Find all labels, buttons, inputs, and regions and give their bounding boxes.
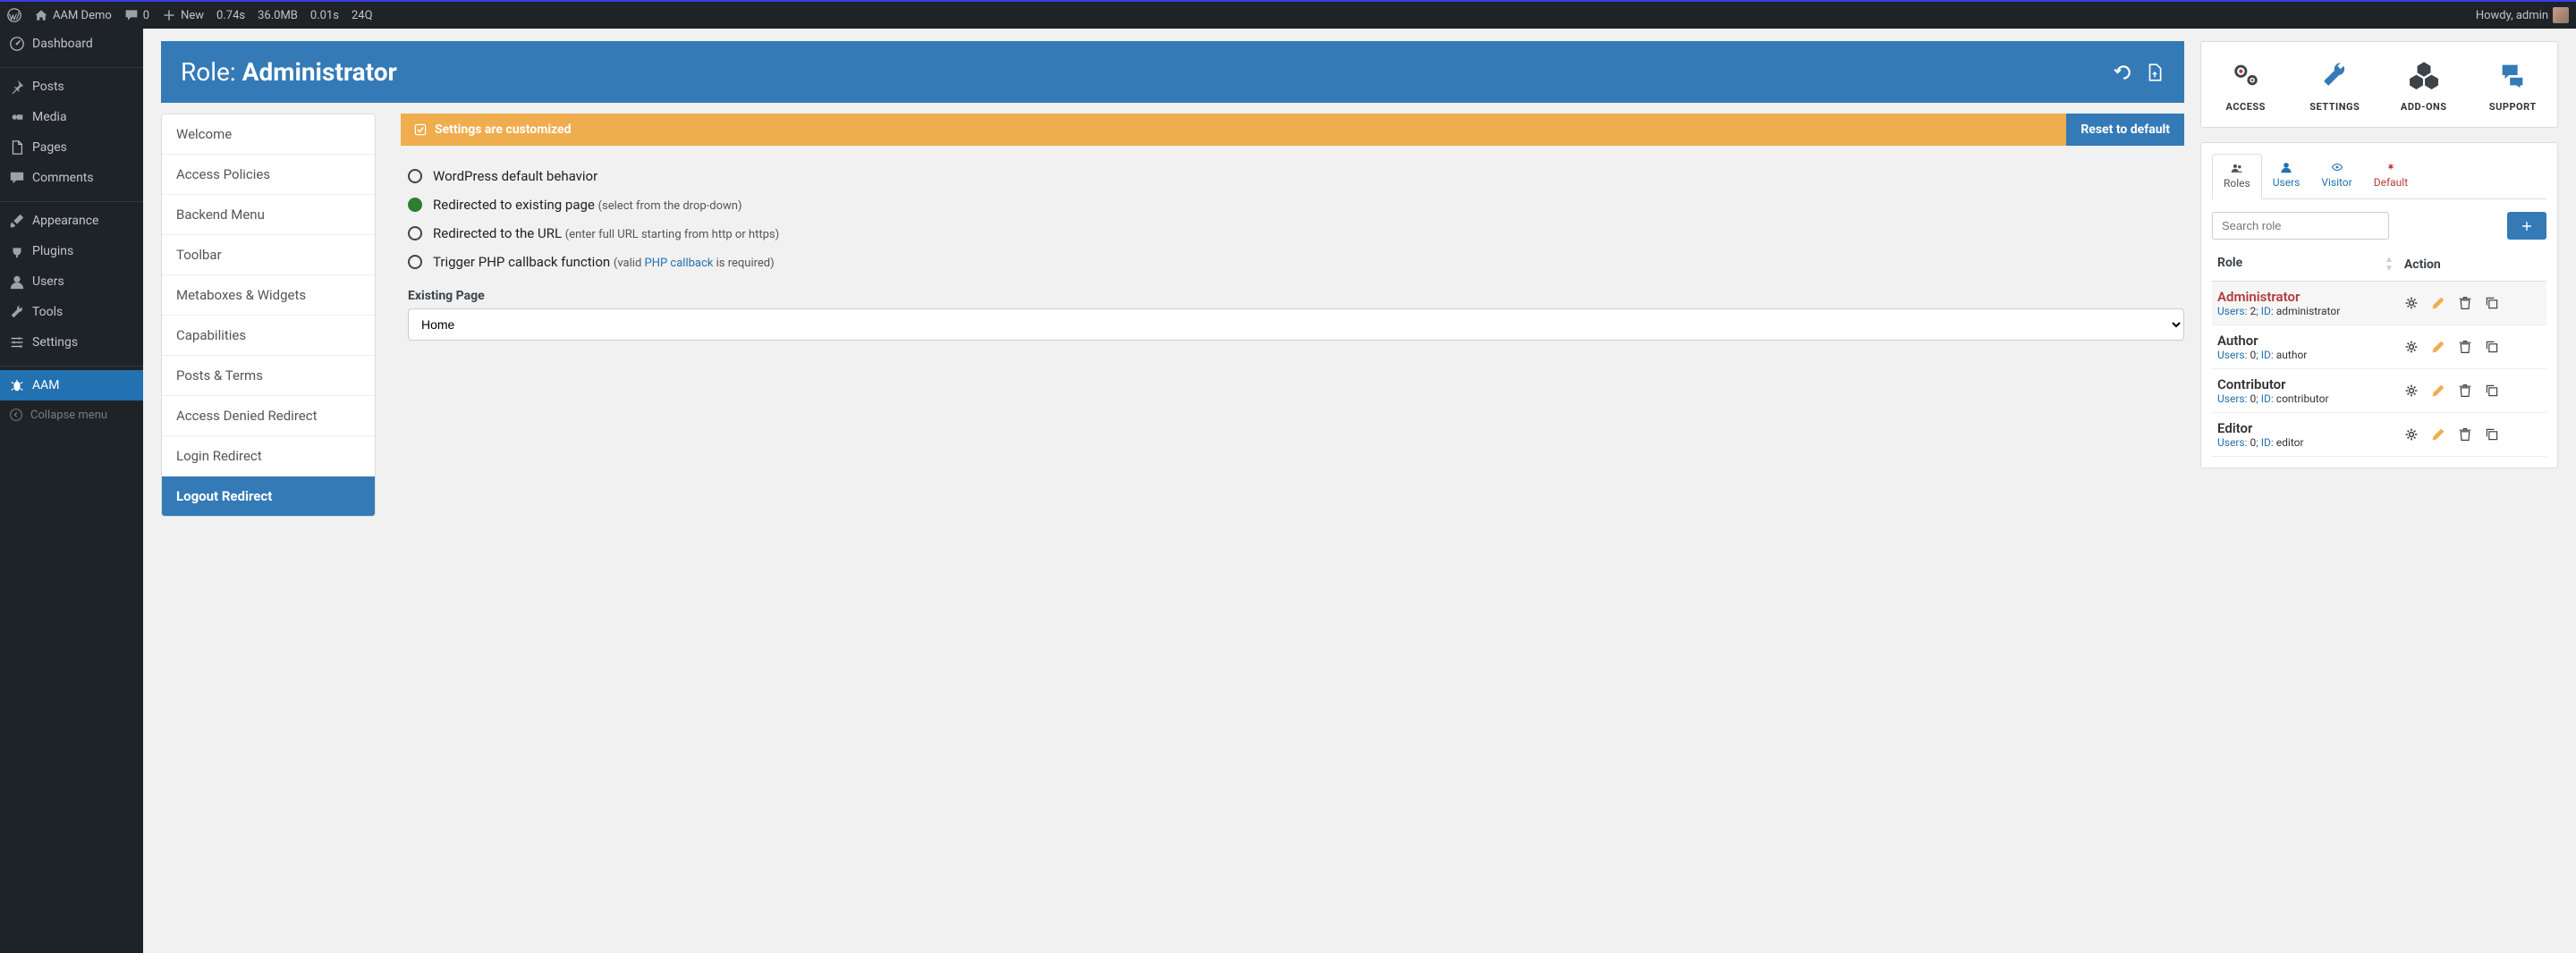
feature-login-redirect[interactable]: Login Redirect xyxy=(162,436,375,476)
clone-icon[interactable] xyxy=(2485,296,2499,310)
delete-icon[interactable] xyxy=(2458,427,2472,442)
delete-icon[interactable] xyxy=(2458,340,2472,354)
role-name: Administrator xyxy=(242,57,397,87)
nav-access[interactable]: ACCESS xyxy=(2201,42,2291,127)
tab-default[interactable]: Default xyxy=(2363,154,2419,198)
sidebar-item-tools[interactable]: Tools xyxy=(0,297,143,327)
col-action: Action xyxy=(2399,249,2546,282)
reset-to-default-button[interactable]: Reset to default xyxy=(2066,114,2184,146)
perf-stat-0: 0.74s xyxy=(216,9,245,22)
role-meta: Users: 0; ID: contributor xyxy=(2217,392,2394,405)
perf-stat-2: 0.01s xyxy=(310,9,339,22)
manage-icon[interactable] xyxy=(2404,340,2419,354)
settings-banner: Settings are customized Reset to default xyxy=(401,114,2184,146)
sidebar-item-aam[interactable]: AAM xyxy=(0,370,143,401)
role-meta: Users: 0; ID: editor xyxy=(2217,436,2394,449)
sidebar-item-pages[interactable]: Pages xyxy=(0,132,143,163)
radio-callback[interactable]: Trigger PHP callback function (valid PHP… xyxy=(408,248,2177,276)
site-name[interactable]: AAM Demo xyxy=(34,8,112,22)
avatar-icon xyxy=(2553,7,2569,23)
role-header: Role: Administrator xyxy=(161,41,2184,103)
manage-icon[interactable] xyxy=(2404,296,2419,310)
radio-existing-page[interactable]: Redirected to existing page (select from… xyxy=(408,190,2177,219)
table-row: EditorUsers: 0; ID: editor xyxy=(2212,413,2546,457)
sidebar-item-plugins[interactable]: Plugins xyxy=(0,236,143,266)
sidebar-item-appearance[interactable]: Appearance xyxy=(0,206,143,236)
feature-access-denied-redirect[interactable]: Access Denied Redirect xyxy=(162,396,375,436)
radio-default[interactable]: WordPress default behavior xyxy=(408,162,2177,190)
col-role[interactable]: Role▲▼ xyxy=(2212,249,2399,282)
clone-icon[interactable] xyxy=(2485,340,2499,354)
comments-count[interactable]: 0 xyxy=(124,8,149,22)
sidebar-item-posts[interactable]: Posts xyxy=(0,72,143,102)
check-icon xyxy=(413,122,428,137)
table-row: AuthorUsers: 0; ID: author xyxy=(2212,325,2546,369)
radio-url[interactable]: Redirected to the URL (enter full URL st… xyxy=(408,219,2177,248)
gears-icon xyxy=(2231,60,2261,90)
export-icon[interactable] xyxy=(2145,63,2165,82)
my-account[interactable]: Howdy, admin xyxy=(2476,7,2569,23)
existing-page-label: Existing Page xyxy=(408,289,2184,303)
admin-sidebar: Dashboard Posts Media Pages Comments App… xyxy=(0,29,143,953)
sidebar-item-media[interactable]: Media xyxy=(0,102,143,132)
new-content[interactable]: New xyxy=(162,8,204,22)
nav-support[interactable]: SUPPORT xyxy=(2469,42,2558,127)
chat-icon xyxy=(2497,60,2528,90)
existing-page-select[interactable]: Home xyxy=(408,308,2184,341)
sidebar-item-comments[interactable]: Comments xyxy=(0,163,143,193)
role-name: Editor xyxy=(2217,420,2394,436)
wrench-icon xyxy=(2319,60,2350,90)
delete-icon[interactable] xyxy=(2458,296,2472,310)
edit-icon[interactable] xyxy=(2431,340,2445,354)
cubes-icon xyxy=(2409,60,2439,90)
clone-icon[interactable] xyxy=(2485,427,2499,442)
tab-visitor[interactable]: Visitor xyxy=(2310,154,2362,198)
feature-list: Welcome Access Policies Backend Menu Too… xyxy=(161,114,376,517)
role-name: Administrator xyxy=(2217,289,2394,305)
reset-icon[interactable] xyxy=(2113,63,2132,82)
manage-icon[interactable] xyxy=(2404,427,2419,442)
role-meta: Users: 0; ID: author xyxy=(2217,349,2394,361)
search-role-input[interactable] xyxy=(2212,212,2389,240)
feature-access-policies[interactable]: Access Policies xyxy=(162,155,375,195)
plus-icon xyxy=(2521,220,2533,232)
admin-bar: AAM Demo 0 New 0.74s 36.0MB 0.01s 24Q Ho… xyxy=(0,0,2576,29)
wp-logo[interactable] xyxy=(7,8,21,22)
role-name: Author xyxy=(2217,333,2394,349)
role-meta: Users: 2; ID: administrator xyxy=(2217,305,2394,317)
sidebar-item-users[interactable]: Users xyxy=(0,266,143,297)
feature-metaboxes[interactable]: Metaboxes & Widgets xyxy=(162,275,375,316)
perf-stat-3: 24Q xyxy=(352,9,373,22)
add-role-button[interactable] xyxy=(2507,212,2546,240)
edit-icon[interactable] xyxy=(2431,384,2445,398)
feature-welcome[interactable]: Welcome xyxy=(162,114,375,155)
manage-icon[interactable] xyxy=(2404,384,2419,398)
tab-users[interactable]: Users xyxy=(2262,154,2311,198)
perf-stat-1: 36.0MB xyxy=(258,9,298,22)
nav-addons[interactable]: ADD-ONS xyxy=(2379,42,2469,127)
role-prefix: Role: xyxy=(181,57,236,87)
feature-capabilities[interactable]: Capabilities xyxy=(162,316,375,356)
collapse-menu[interactable]: Collapse menu xyxy=(0,401,143,429)
sidebar-item-dashboard[interactable]: Dashboard xyxy=(0,29,143,59)
tab-roles[interactable]: Roles xyxy=(2212,154,2262,199)
feature-posts-terms[interactable]: Posts & Terms xyxy=(162,356,375,396)
role-name: Contributor xyxy=(2217,376,2394,392)
sidebar-item-settings[interactable]: Settings xyxy=(0,327,143,358)
table-row: AdministratorUsers: 2; ID: administrator xyxy=(2212,282,2546,325)
edit-icon[interactable] xyxy=(2431,427,2445,442)
feature-logout-redirect[interactable]: Logout Redirect xyxy=(162,476,375,516)
edit-icon[interactable] xyxy=(2431,296,2445,310)
nav-settings[interactable]: SETTINGS xyxy=(2291,42,2380,127)
table-row: ContributorUsers: 0; ID: contributor xyxy=(2212,369,2546,413)
php-callback-link[interactable]: PHP callback xyxy=(645,257,714,270)
feature-toolbar[interactable]: Toolbar xyxy=(162,235,375,275)
subject-manager: Roles Users Visitor Default Role▲▼ Actio… xyxy=(2200,142,2558,468)
delete-icon[interactable] xyxy=(2458,384,2472,398)
role-table: Role▲▼ Action AdministratorUsers: 2; ID:… xyxy=(2212,249,2546,457)
nav-cards: ACCESS SETTINGS ADD-ONS SUPPORT xyxy=(2200,41,2558,128)
feature-backend-menu[interactable]: Backend Menu xyxy=(162,195,375,235)
clone-icon[interactable] xyxy=(2485,384,2499,398)
